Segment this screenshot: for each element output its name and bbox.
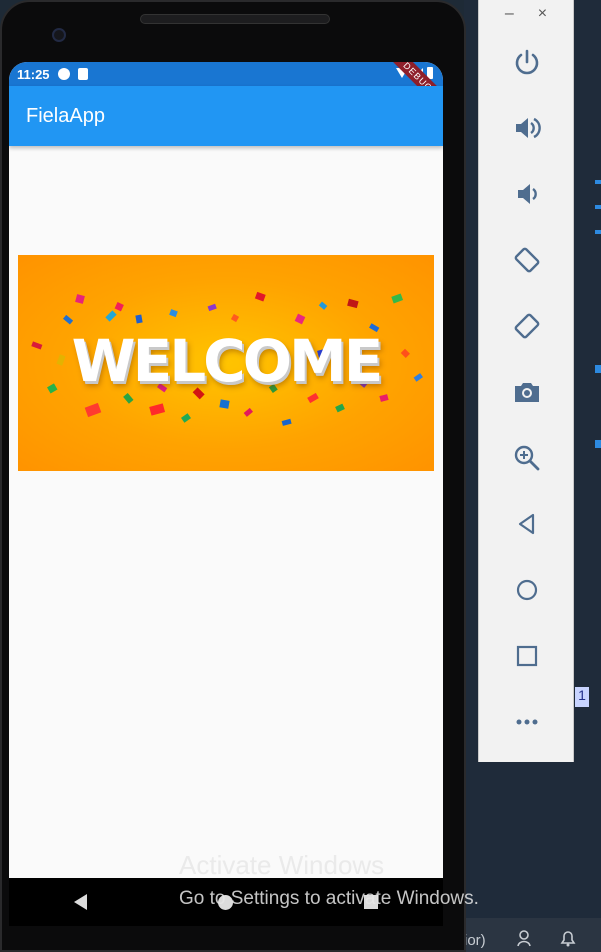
status-bar: 11:25 DEBUG <box>9 62 443 114</box>
rotate-left-icon <box>514 247 540 273</box>
ide-marker <box>595 440 601 448</box>
home-button[interactable] <box>479 570 575 610</box>
ide-status-text: ior) <box>464 932 486 949</box>
emulator-toolbar: – × <box>478 0 574 762</box>
more-icon <box>516 719 538 725</box>
close-button[interactable]: × <box>538 5 547 23</box>
back-button[interactable] <box>479 504 575 544</box>
bell-icon[interactable] <box>558 928 578 952</box>
app-title: FielaApp <box>26 104 105 127</box>
people-icon[interactable] <box>516 928 536 952</box>
more-button[interactable] <box>479 702 575 742</box>
rotate-left-button[interactable] <box>479 240 575 280</box>
sd-card-icon <box>77 68 88 80</box>
volume-down-button[interactable] <box>479 174 575 214</box>
phone-screen: 11:25 DEBUG FielaApp WELCOME <box>9 62 443 926</box>
overview-button[interactable] <box>479 636 575 676</box>
ide-marker <box>595 180 601 184</box>
app-bar: FielaApp <box>9 86 443 146</box>
notification-icon <box>57 68 70 80</box>
welcome-banner-image: WELCOME <box>18 255 434 471</box>
camera-icon <box>515 383 539 402</box>
windows-activation-title: Activate Windows <box>179 850 385 880</box>
welcome-text: WELCOME <box>71 327 384 395</box>
ide-status-bar: ior) <box>464 918 601 952</box>
zoom-button[interactable] <box>479 438 575 478</box>
overview-icon <box>516 645 538 667</box>
home-icon <box>516 579 538 601</box>
ide-marker <box>595 205 601 209</box>
ide-marker <box>595 365 601 373</box>
minimize-button[interactable]: – <box>505 5 514 23</box>
volume-up-button[interactable] <box>479 108 575 148</box>
windows-activation-subtitle: Go to Settings to activate Windows. <box>179 888 479 909</box>
volume-up-icon <box>516 117 541 139</box>
power-button[interactable] <box>479 42 575 82</box>
volume-down-icon <box>518 184 537 204</box>
ide-marker <box>595 230 601 234</box>
phone-speaker <box>140 14 330 24</box>
zoom-icon <box>514 445 540 471</box>
rotate-right-button[interactable] <box>479 306 575 346</box>
panel-window-controls: – × <box>479 0 573 28</box>
power-icon <box>515 49 539 75</box>
ide-side-label: 1 <box>575 687 589 707</box>
nav-back-button[interactable] <box>74 894 88 910</box>
rotate-right-icon <box>514 313 540 339</box>
screenshot-button[interactable] <box>479 372 575 412</box>
front-camera <box>52 28 66 42</box>
back-icon <box>518 513 535 535</box>
status-time: 11:25 <box>17 66 50 82</box>
